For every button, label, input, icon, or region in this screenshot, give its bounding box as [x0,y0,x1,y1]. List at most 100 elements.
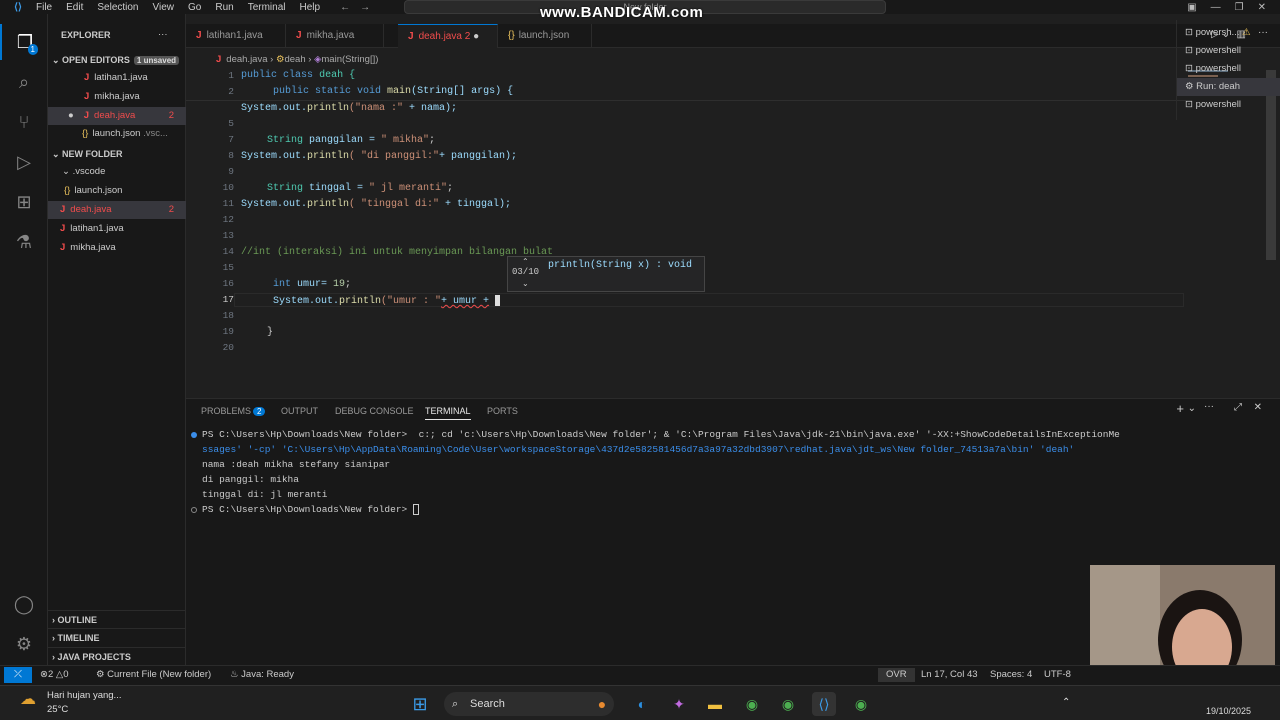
parameter-hint-popup[interactable]: ⌃ 03/10 ⌄ println(String x) : void [507,256,705,292]
line-number: 11 [222,198,234,209]
menu-run[interactable]: Run [215,2,233,13]
folder-section[interactable]: ⌄ NEW FOLDER [48,145,186,163]
source-control-icon[interactable]: ⑂ [0,104,48,140]
taskbar-search[interactable]: ⌕ Search [444,692,614,716]
chevron-down-icon[interactable]: ⌄ [1188,403,1196,414]
text-cursor [495,295,501,306]
breadcrumb-class[interactable]: deah [284,54,305,65]
section-label: JAVA PROJECTS [57,652,131,662]
chevron-down-icon[interactable]: ⌄ [522,279,529,289]
chevron-up-icon[interactable]: ⌃ [522,257,529,267]
menu-selection[interactable]: Selection [97,2,138,13]
more-actions-icon[interactable]: ··· [1204,401,1214,412]
menu-edit[interactable]: Edit [66,2,83,13]
remote-indicator-icon[interactable]: ⤫ [4,667,32,683]
run-debug-icon[interactable]: ▷ [0,144,48,180]
account-icon[interactable]: ◯ [0,586,48,622]
tab-launch[interactable]: {} launch.json [498,24,592,48]
terminal-item[interactable]: ⊡ powersh... ⚠ [1177,24,1280,42]
terminal-item[interactable]: ⊡ powershell [1177,60,1280,78]
file-label: deah.java [94,110,136,121]
menu-go[interactable]: Go [188,2,201,13]
terminal-item-active[interactable]: ⚙ Run: deah [1177,78,1280,96]
back-arrow-icon[interactable]: ← [340,2,350,13]
current-file-status[interactable]: ⚙ Current File (New folder) [96,668,211,682]
open-editors-section[interactable]: ⌄ OPEN EDITORS 1 unsaved [48,51,186,69]
tab-output[interactable]: OUTPUT [281,402,318,420]
encoding[interactable]: UTF-8 [1044,668,1071,682]
folder-item[interactable]: ⌄ .vscode [48,163,186,181]
tab-debug-console[interactable]: DEBUG CONSOLE [335,402,414,420]
forward-arrow-icon[interactable]: → [360,2,370,13]
fruit-widget-icon[interactable]: ● [590,692,614,716]
menu-view[interactable]: View [153,2,175,13]
tab-deah[interactable]: Jdeah.java 2 ● [398,24,498,48]
code-editor[interactable]: 1 public class deah { 2 public static vo… [186,68,1266,398]
tab-mikha[interactable]: Jmikha.java [286,24,384,48]
breadcrumb-method[interactable]: main(String[]) [321,54,378,65]
chrome-icon-3[interactable]: ◉ [849,692,873,716]
prompt-text: PS C:\Users\Hp\Downloads\New folder> [202,504,413,516]
open-editor-item[interactable]: Jmikha.java [48,88,186,106]
open-editor-item[interactable]: Jlatihan1.java [48,69,186,87]
file-explorer-icon[interactable]: ▬ [703,692,727,716]
chrome-icon[interactable]: ◉ [740,692,764,716]
file-label: mikha.java [70,242,116,253]
file-item-active[interactable]: Jdeah.java 2 [48,201,186,219]
method-name: println [307,103,350,114]
close-icon[interactable]: ✕ [1258,2,1266,13]
more-actions-icon[interactable]: ··· [158,26,178,44]
search-icon[interactable]: ⌕ [0,64,48,100]
cursor-position[interactable]: Ln 17, Col 43 [921,668,978,682]
terminal-cursor [412,504,419,515]
command-status-dot [191,432,197,438]
weather-icon[interactable]: ☁ [20,689,36,709]
menu-terminal[interactable]: Terminal [248,2,286,13]
maximize-panel-icon[interactable]: ⤢ [1234,402,1242,413]
debug-icon: ⚙ [1185,81,1197,92]
java-status[interactable]: ♨ Java: Ready [230,668,294,682]
explorer-icon[interactable]: ❐ 1 [0,24,48,60]
line-number: 20 [222,342,234,353]
open-editor-item[interactable]: {} launch.json .vsc... [48,125,186,143]
terminal-item[interactable]: ⊡ powershell [1177,96,1280,114]
extensions-icon[interactable]: ⊞ [0,184,48,220]
tray-chevron-up-icon[interactable]: ⌃ [1062,697,1070,708]
method-name: println [307,151,350,162]
menu-help[interactable]: Help [300,2,321,13]
vscode-taskbar-icon[interactable]: ⟨⟩ [812,692,836,716]
terminal-prompt[interactable]: PS C:\Users\Hp\Downloads\New folder> [202,504,419,515]
file-item[interactable]: Jlatihan1.java [48,220,186,238]
copilot-icon[interactable]: ✦ [667,692,691,716]
minimize-icon[interactable]: — [1211,2,1221,13]
file-item[interactable]: {} launch.json [48,182,186,200]
new-terminal-icon[interactable]: + [1176,401,1184,416]
layout-icon[interactable]: ▣ [1187,2,1196,13]
tab-terminal[interactable]: TERMINAL [425,402,471,420]
file-item[interactable]: Jmikha.java [48,239,186,257]
terminal-line: ssages' '-cp' 'C:\Users\Hp\AppData\Roami… [202,444,1075,455]
tab-ports[interactable]: PORTS [487,402,518,420]
weather-text[interactable]: Hari hujan yang... [47,690,121,701]
tab-problems[interactable]: PROBLEMS 2 [201,402,266,420]
settings-gear-icon[interactable]: ⚙ [0,626,48,662]
number: 19 [333,279,346,290]
close-panel-icon[interactable]: ✕ [1254,402,1262,413]
open-editor-item-active[interactable]: ● Jdeah.java 2 [48,107,186,125]
tab-latihan1[interactable]: Jlatihan1.java [186,24,286,48]
chrome-icon-2[interactable]: ◉ [776,692,800,716]
edge-browser-icon[interactable]: ◐ [630,692,654,716]
timeline-section[interactable]: › TIMELINE [48,628,186,646]
terminal-item[interactable]: ⊡ powershell [1177,42,1280,60]
unsaved-dot-icon[interactable]: ● [473,31,479,42]
breadcrumb-file[interactable]: deah.java [226,54,267,65]
menu-file[interactable]: File [36,2,52,13]
java-projects-section[interactable]: › JAVA PROJECTS [48,647,186,665]
indentation[interactable]: Spaces: 4 [990,668,1032,682]
testing-icon[interactable]: ⚗ [0,224,48,260]
ovr-indicator[interactable]: OVR [878,668,915,682]
problems-status[interactable]: ⊗2 △0 [40,668,69,682]
windows-start-icon[interactable]: ⊞ [408,692,432,716]
maximize-icon[interactable]: ❐ [1235,2,1244,13]
outline-section[interactable]: › OUTLINE [48,610,186,628]
